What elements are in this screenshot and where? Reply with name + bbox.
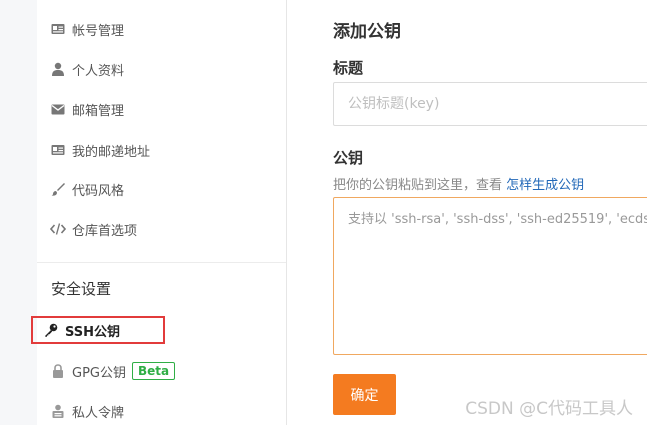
sidebar-item-label: GPG公钥 [72, 365, 126, 381]
settings-sidebar: 帐号管理 个人资料 邮箱管理 我的邮递地址 代码风格 仓库首选项 安全设置 SS… [31, 0, 287, 425]
sidebar-item-code-style[interactable]: 代码风格 [50, 177, 124, 201]
submit-button[interactable]: 确定 [333, 374, 396, 415]
settings-page: 帐号管理 个人资料 邮箱管理 我的邮递地址 代码风格 仓库首选项 安全设置 SS… [0, 0, 647, 425]
key-hint-text: 把你的公钥粘贴到这里，查看 [333, 178, 507, 193]
sidebar-item-label: 私人令牌 [72, 405, 125, 421]
sidebar-item-label: 帐号管理 [72, 23, 125, 39]
how-to-generate-key-link[interactable]: 怎样生成公钥 [506, 178, 584, 193]
id-card-icon [50, 21, 66, 37]
sidebar-item-address[interactable]: 我的邮递地址 [50, 138, 150, 162]
sidebar-item-repo-preferences[interactable]: 仓库首选项 [50, 217, 137, 241]
sidebar-item-profile[interactable]: 个人资料 [50, 57, 124, 81]
key-hint: 把你的公钥粘贴到这里，查看 怎样生成公钥 [333, 174, 584, 193]
key-title-input[interactable] [333, 82, 647, 126]
sidebar-item-gpg-keys[interactable]: GPG公钥 Beta [50, 359, 176, 383]
sidebar-divider [37, 262, 286, 263]
sidebar-item-label: 仓库首选项 [72, 223, 138, 239]
lock-icon [50, 363, 66, 379]
sidebar-item-label: 我的邮递地址 [72, 144, 151, 160]
brush-icon [50, 181, 66, 197]
csdn-watermark: CSDN @C代码工具人 [465, 399, 633, 419]
mail-icon [50, 101, 66, 117]
token-icon [50, 403, 66, 419]
title-field-label: 标题 [333, 59, 364, 77]
sidebar-item-email[interactable]: 邮箱管理 [50, 97, 124, 121]
sidebar-item-private-tokens[interactable]: 私人令牌 [50, 399, 124, 423]
sidebar-item-ssh-keys[interactable]: SSH公钥 [31, 316, 165, 344]
code-icon [50, 221, 66, 237]
left-gutter [0, 0, 37, 425]
user-icon [50, 61, 66, 77]
beta-badge: Beta [132, 362, 176, 380]
sidebar-item-label: 个人资料 [72, 63, 125, 79]
key-field-label: 公钥 [333, 149, 364, 167]
page-title: 添加公钥 [333, 22, 401, 42]
sidebar-item-label: 邮箱管理 [72, 103, 125, 119]
key-icon [43, 322, 59, 338]
address-card-icon [50, 142, 66, 158]
sidebar-item-label: 代码风格 [72, 183, 125, 199]
add-key-form: 添加公钥 标题 公钥 把你的公钥粘贴到这里，查看 怎样生成公钥 确定 CSDN … [287, 0, 647, 425]
sidebar-item-label: SSH公钥 [65, 324, 121, 340]
public-key-textarea[interactable] [333, 197, 647, 355]
sidebar-item-account[interactable]: 帐号管理 [50, 17, 124, 41]
security-section-title: 安全设置 [51, 280, 112, 298]
